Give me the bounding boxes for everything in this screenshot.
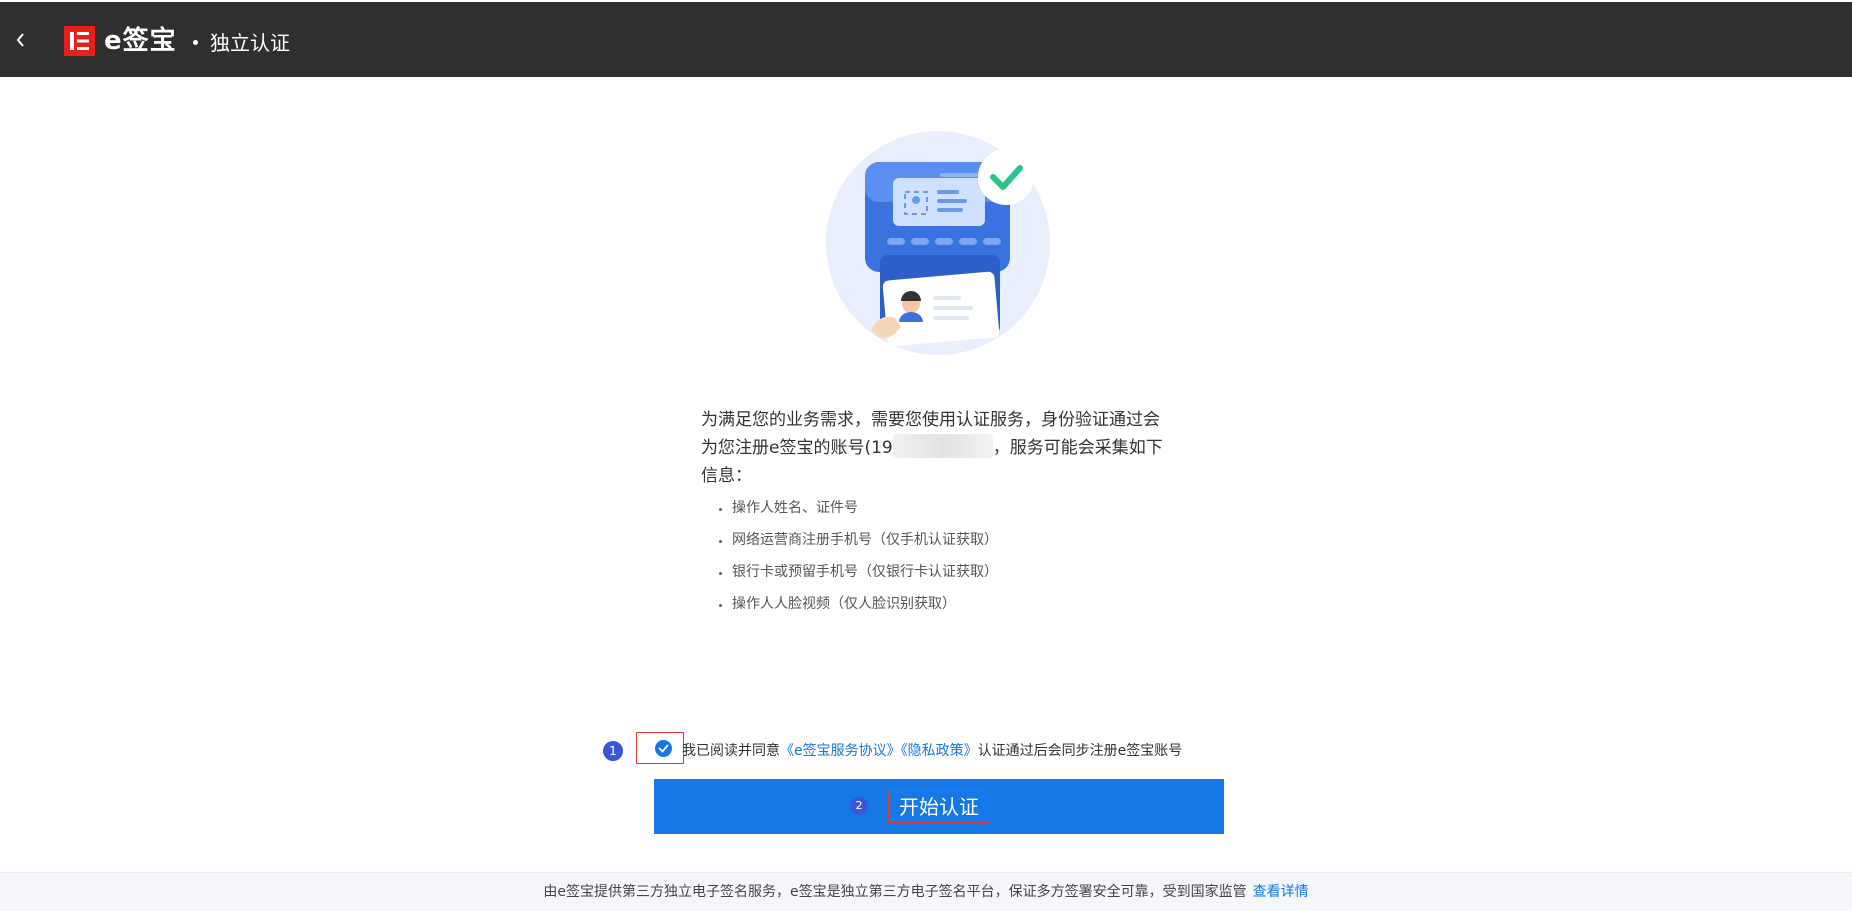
id-verification-illustration — [825, 130, 1055, 360]
privacy-policy-link[interactable]: 《隐私政策》 — [901, 743, 978, 759]
view-details-link[interactable]: 查看详情 — [1253, 884, 1309, 900]
intro-line-3: 信息： — [701, 466, 752, 486]
footer-text: 由e签宝提供第三方独立电子签名服务，e签宝是独立第三方电子签名平台，保证多方签署… — [543, 884, 1247, 900]
collected-info-list: 操作人姓名、证件号 网络运营商注册手机号（仅手机认证获取） 银行卡或预留手机号（… — [702, 492, 998, 620]
title-separator-dot — [193, 40, 198, 45]
service-agreement-link[interactable]: 《e签宝服务协议》 — [780, 743, 901, 759]
list-item: 操作人人脸视频（仅人脸识别获取） — [732, 588, 998, 620]
list-item: 操作人姓名、证件号 — [732, 492, 998, 524]
agreement-checkbox-highlight — [636, 732, 684, 764]
intro-line-2-start: 为您注册e签宝的账号(19 — [701, 438, 893, 458]
top-bar: e签宝 独立认证 — [0, 2, 1852, 77]
intro-paragraph: 为满足您的业务需求，需要您使用认证服务，身份验证通过会 为您注册e签宝的账号(1… — [701, 406, 1179, 490]
agreement-checkbox[interactable] — [655, 740, 672, 757]
step-badge-2: 2 — [850, 797, 868, 815]
agreement-text: 我已阅读并同意《e签宝服务协议》《隐私政策》认证通过后会同步注册e签宝账号 — [682, 741, 1182, 761]
agreement-prefix: 我已阅读并同意 — [682, 743, 780, 759]
logo-icon — [64, 26, 95, 56]
chevron-left-icon — [16, 33, 24, 47]
logo-text: e签宝 — [104, 26, 177, 56]
start-verification-button[interactable]: 2 开始认证 — [654, 779, 1224, 834]
back-button[interactable] — [10, 26, 32, 54]
list-item: 网络运营商注册手机号（仅手机认证获取） — [732, 524, 998, 556]
intro-line-1: 为满足您的业务需求，需要您使用认证服务，身份验证通过会 — [701, 410, 1160, 430]
start-button-label: 开始认证 — [888, 791, 990, 823]
agreement-suffix: 认证通过后会同步注册e签宝账号 — [977, 743, 1183, 759]
check-icon — [658, 744, 669, 753]
page-title: 独立认证 — [210, 31, 290, 55]
step-badge-1: 1 — [603, 741, 623, 761]
intro-line-2: 为您注册e签宝的账号(19 ，服务可能会采集如下 — [701, 434, 1179, 462]
footer: 由e签宝提供第三方独立电子签名服务，e签宝是独立第三方电子签名平台，保证多方签署… — [0, 872, 1852, 911]
intro-line-2-end: ，服务可能会采集如下 — [992, 438, 1163, 458]
list-item: 银行卡或预留手机号（仅银行卡认证获取） — [732, 556, 998, 588]
masked-phone-number — [892, 434, 993, 458]
